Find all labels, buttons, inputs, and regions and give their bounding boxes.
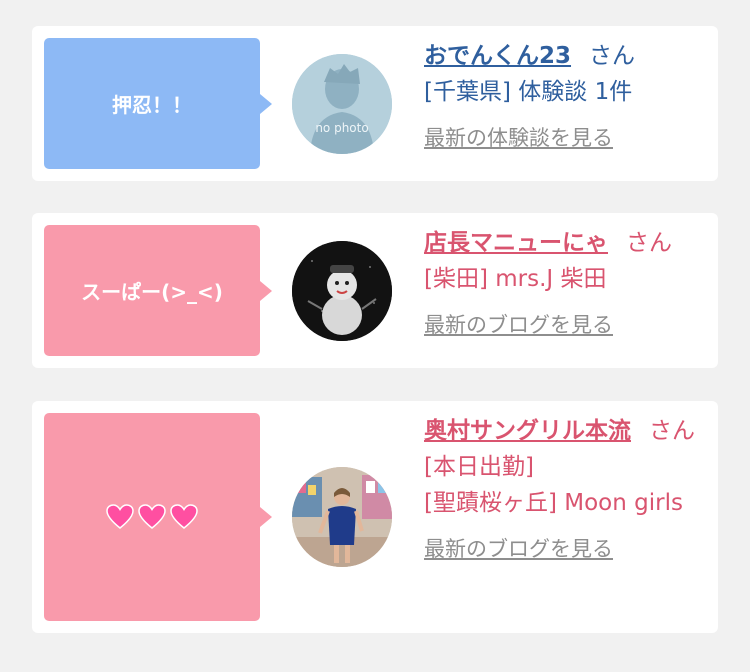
name-line: 店長マニューにゃ さん <box>424 225 704 261</box>
status-text: [本日出勤] <box>424 454 534 480</box>
latest-blog-link[interactable]: 最新のブログを見る <box>424 531 704 567</box>
profile-card: 押忍！！ no photo おでんくん23 さん [千葉県] 体験談 1件 最新の… <box>32 26 718 181</box>
honorific: さん <box>589 43 636 69</box>
latest-blog-link[interactable]: 最新のブログを見る <box>424 307 704 343</box>
profile-card: 奥村サングリル本流 さん [本日出勤] [聖蹟桜ヶ丘] Moon girls 最新の… <box>32 401 718 633</box>
bubble-text: スーぱー(>_<) <box>81 280 223 304</box>
speech-bubble: 押忍！！ <box>44 38 272 169</box>
speech-bubble <box>44 413 272 621</box>
member-name-link[interactable]: 店長マニューにゃ <box>424 230 608 256</box>
avatar[interactable] <box>292 241 392 341</box>
member-photo <box>292 467 392 567</box>
profile-card: スーぱー(>_<) 店長マニューにゃ さん [柴田] mrs.J 柴田 最新のブロ… <box>32 213 718 368</box>
latest-review-link[interactable]: 最新の体験談を見る <box>424 120 704 156</box>
no-photo-image: no photo <box>292 54 392 154</box>
honorific: さん <box>649 418 695 444</box>
avatar[interactable] <box>292 467 392 567</box>
heart-icon <box>170 504 198 529</box>
location-text: [聖蹟桜ヶ丘] Moon girls <box>424 490 683 516</box>
svg-text:no photo: no photo <box>315 121 368 135</box>
speech-bubble: スーぱー(>_<) <box>44 225 272 356</box>
location-text: [柴田] mrs.J 柴田 <box>424 266 607 292</box>
location-text: [千葉県] 体験談 1件 <box>424 79 633 105</box>
member-name-link[interactable]: 奥村サングリル本流 <box>424 418 631 444</box>
name-line: 奥村サングリル本流 さん [本日出勤] <box>424 413 704 485</box>
heart-icon <box>138 504 166 529</box>
profile-info: おでんくん23 さん [千葉県] 体験談 1件 最新の体験談を見る <box>424 38 704 156</box>
profile-info: 奥村サングリル本流 さん [本日出勤] [聖蹟桜ヶ丘] Moon girls 最新の… <box>424 413 704 567</box>
heart-icon <box>106 504 134 529</box>
snowman-image <box>292 241 392 341</box>
name-line: おでんくん23 さん <box>424 38 704 74</box>
honorific: さん <box>626 230 672 256</box>
member-name-link[interactable]: おでんくん23 <box>424 43 571 69</box>
bubble-text: 押忍！！ <box>112 93 192 117</box>
avatar[interactable]: no photo <box>292 54 392 154</box>
profile-info: 店長マニューにゃ さん [柴田] mrs.J 柴田 最新のブログを見る <box>424 225 704 343</box>
